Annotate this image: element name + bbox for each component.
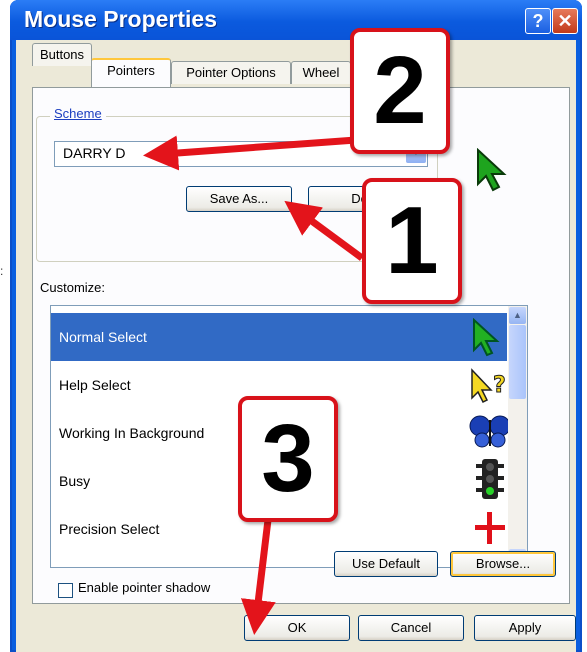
annotation-arrows — [143, 135, 365, 635]
arrow-to-ok-button — [240, 519, 276, 635]
callout-2: 2 — [350, 28, 450, 154]
callout-3: 3 — [238, 396, 338, 522]
callout-1: 1 — [362, 178, 462, 304]
tab-pointers[interactable]: Pointers — [91, 58, 171, 87]
arrow-to-scheme-dropdown — [143, 135, 357, 171]
arrow-to-save-as-button — [284, 200, 365, 261]
